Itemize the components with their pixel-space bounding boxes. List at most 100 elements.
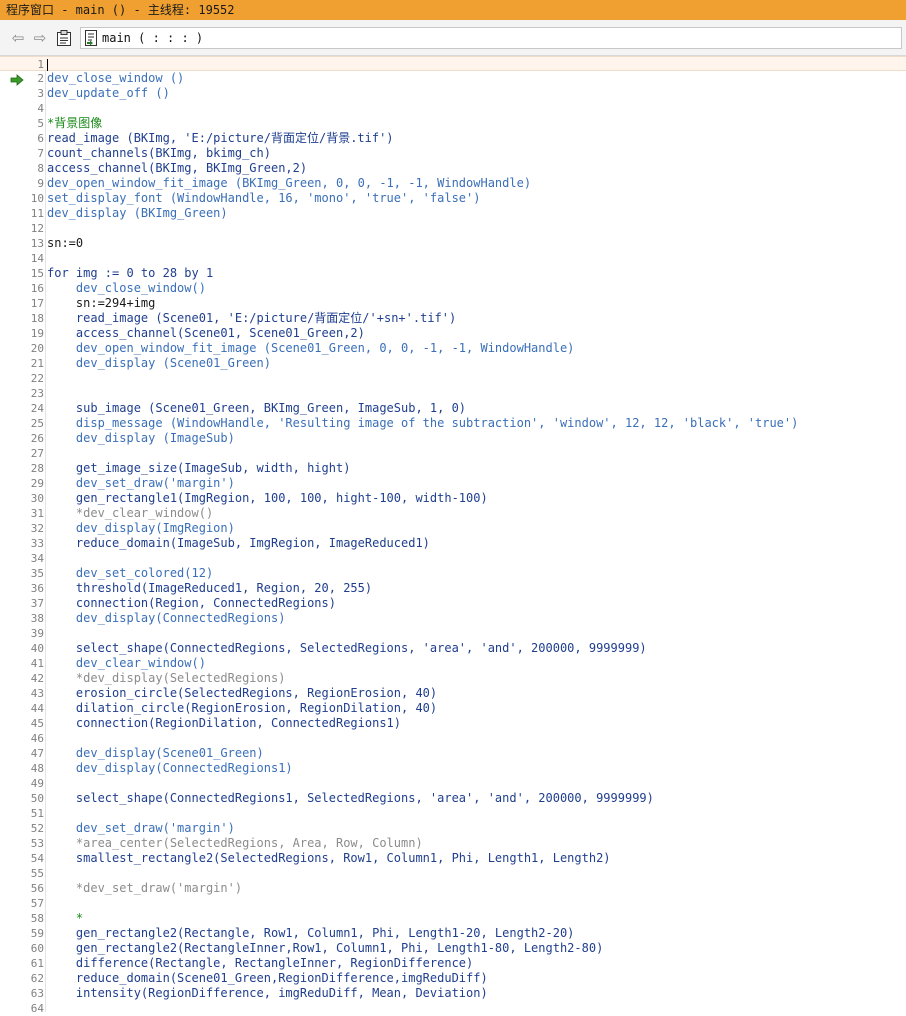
code-line[interactable]: 35 dev_set_colored(12) <box>0 566 906 581</box>
line-number: 62 <box>30 972 44 985</box>
code-line[interactable]: 16 dev_close_window() <box>0 281 906 296</box>
code-line[interactable]: 14 <box>0 251 906 266</box>
code-line[interactable]: 51 <box>0 806 906 821</box>
line-number: 11 <box>30 207 44 220</box>
code-text: access_channel(Scene01, Scene01_Green,2) <box>47 326 365 340</box>
code-line[interactable]: 1 <box>0 56 906 71</box>
line-number: 30 <box>30 492 44 505</box>
code-line[interactable]: 5 *背景图像 <box>0 116 906 131</box>
code-line[interactable]: 8 access_channel(BKImg, BKImg_Green,2) <box>0 161 906 176</box>
code-line[interactable]: 34 <box>0 551 906 566</box>
code-line[interactable]: 37 connection(Region, ConnectedRegions) <box>0 596 906 611</box>
code-line[interactable]: 49 <box>0 776 906 791</box>
code-text: threshold(ImageReduced1, Region, 20, 255… <box>47 581 373 595</box>
code-line[interactable]: 43 erosion_circle(SelectedRegions, Regio… <box>0 686 906 701</box>
code-line[interactable]: 39 <box>0 626 906 641</box>
code-line[interactable]: 44 dilation_circle(RegionErosion, Region… <box>0 701 906 716</box>
arrow-left-icon[interactable]: ⇦ <box>9 29 27 47</box>
code-line[interactable]: 31 *dev_clear_window() <box>0 506 906 521</box>
code-text: dev_display(Scene01_Green) <box>47 746 264 760</box>
code-line[interactable]: 30 gen_rectangle1(ImgRegion, 100, 100, h… <box>0 491 906 506</box>
code-line[interactable]: 64 <box>0 1001 906 1016</box>
code-line[interactable]: 4 <box>0 101 906 116</box>
code-text: sn:=294+img <box>47 296 156 310</box>
line-number: 53 <box>30 837 44 850</box>
program-counter-arrow-icon <box>10 71 24 86</box>
code-line[interactable]: 10 set_display_font (WindowHandle, 16, 'm… <box>0 191 906 206</box>
code-line[interactable]: 26 dev_display (ImageSub) <box>0 431 906 446</box>
code-line[interactable]: 36 threshold(ImageReduced1, Region, 20, … <box>0 581 906 596</box>
procedure-selector[interactable]: main ( : : : ) <box>80 27 902 49</box>
code-line[interactable]: 55 <box>0 866 906 881</box>
code-line[interactable]: 42 *dev_display(SelectedRegions) <box>0 671 906 686</box>
code-line[interactable]: 53 *area_center(SelectedRegions, Area, R… <box>0 836 906 851</box>
code-line[interactable]: 24 sub_image (Scene01_Green, BKImg_Green… <box>0 401 906 416</box>
code-line[interactable]: 52 dev_set_draw('margin') <box>0 821 906 836</box>
code-line[interactable]: 62 reduce_domain(Scene01_Green,RegionDif… <box>0 971 906 986</box>
code-line[interactable]: 40 select_shape(ConnectedRegions, Select… <box>0 641 906 656</box>
code-line[interactable]: 19 access_channel(Scene01, Scene01_Green… <box>0 326 906 341</box>
code-line[interactable]: 33 reduce_domain(ImageSub, ImgRegion, Im… <box>0 536 906 551</box>
code-line[interactable]: 57 <box>0 896 906 911</box>
clipboard-icon[interactable] <box>55 29 73 47</box>
code-text: get_image_size(ImageSub, width, hight) <box>47 461 351 475</box>
code-line[interactable]: 18 read_image (Scene01, 'E:/picture/背面定位… <box>0 311 906 326</box>
code-text: intensity(RegionDifference, imgReduDiff,… <box>47 986 488 1000</box>
line-number: 26 <box>30 432 44 445</box>
code-text: dev_set_draw('margin') <box>47 476 235 490</box>
code-text: reduce_domain(ImageSub, ImgRegion, Image… <box>47 536 430 550</box>
code-line[interactable]: 60 gen_rectangle2(RectangleInner,Row1, C… <box>0 941 906 956</box>
code-line[interactable]: 27 <box>0 446 906 461</box>
code-text: dev_close_window() <box>47 281 206 295</box>
line-number: 56 <box>30 882 44 895</box>
code-line[interactable]: 21 dev_display (Scene01_Green) <box>0 356 906 371</box>
code-line[interactable]: 12 <box>0 221 906 236</box>
code-line[interactable]: 6 read_image (BKImg, 'E:/picture/背面定位/背景.… <box>0 131 906 146</box>
line-number: 21 <box>30 357 44 370</box>
code-line[interactable]: 38 dev_display(ConnectedRegions) <box>0 611 906 626</box>
code-line[interactable]: 11 dev_display (BKImg_Green) <box>0 206 906 221</box>
code-line[interactable]: 20 dev_open_window_fit_image (Scene01_Gr… <box>0 341 906 356</box>
code-line[interactable]: 7 count_channels(BKImg, bkimg_ch) <box>0 146 906 161</box>
code-line[interactable]: 41 dev_clear_window() <box>0 656 906 671</box>
code-line[interactable]: 63 intensity(RegionDifference, imgReduDi… <box>0 986 906 1001</box>
code-line[interactable]: 46 <box>0 731 906 746</box>
code-line[interactable]: 59 gen_rectangle2(Rectangle, Row1, Colum… <box>0 926 906 941</box>
code-text: dev_display (ImageSub) <box>47 431 235 445</box>
code-text: * <box>47 911 84 925</box>
code-editor[interactable]: 1 2 dev_close_window () 3 dev_update_off () 4… <box>0 56 906 1015</box>
code-line[interactable]: 2 dev_close_window () <box>0 71 906 86</box>
code-line[interactable]: 50 select_shape(ConnectedRegions1, Selec… <box>0 791 906 806</box>
code-line[interactable]: 54 smallest_rectangle2(SelectedRegions, … <box>0 851 906 866</box>
code-text: dev_set_draw('margin') <box>47 821 235 835</box>
text-cursor <box>47 59 48 71</box>
code-line[interactable]: 3 dev_update_off () <box>0 86 906 101</box>
code-line[interactable]: 9 dev_open_window_fit_image (BKImg_Green,… <box>0 176 906 191</box>
code-line[interactable]: 22 <box>0 371 906 386</box>
code-line[interactable]: 56 *dev_set_draw('margin') <box>0 881 906 896</box>
code-line[interactable]: 23 <box>0 386 906 401</box>
code-text: dev_display (BKImg_Green) <box>47 206 228 220</box>
code-text: gen_rectangle2(RectangleInner,Row1, Colu… <box>47 941 604 955</box>
line-number: 35 <box>30 567 44 580</box>
line-number: 43 <box>30 687 44 700</box>
code-line[interactable]: 29 dev_set_draw('margin') <box>0 476 906 491</box>
code-line[interactable]: 25 disp_message (WindowHandle, 'Resultin… <box>0 416 906 431</box>
code-line[interactable]: 13 sn:=0 <box>0 236 906 251</box>
code-line[interactable]: 47 dev_display(Scene01_Green) <box>0 746 906 761</box>
line-number: 47 <box>30 747 44 760</box>
code-line[interactable]: 61 difference(Rectangle, RectangleInner,… <box>0 956 906 971</box>
line-number: 25 <box>30 417 44 430</box>
code-line[interactable]: 28 get_image_size(ImageSub, width, hight… <box>0 461 906 476</box>
code-line[interactable]: 32 dev_display(ImgRegion) <box>0 521 906 536</box>
line-number: 59 <box>30 927 44 940</box>
code-line[interactable]: 15 for img := 0 to 28 by 1 <box>0 266 906 281</box>
code-line[interactable]: 48 dev_display(ConnectedRegions1) <box>0 761 906 776</box>
code-text: dev_set_colored(12) <box>47 566 214 580</box>
code-line[interactable]: 45 connection(RegionDilation, ConnectedR… <box>0 716 906 731</box>
code-text: sn:=0 <box>47 236 84 250</box>
code-line[interactable]: 17 sn:=294+img <box>0 296 906 311</box>
code-text: *area_center(SelectedRegions, Area, Row,… <box>47 836 423 850</box>
arrow-right-icon[interactable]: ⇨ <box>31 29 49 47</box>
code-line[interactable]: 58 * <box>0 911 906 926</box>
